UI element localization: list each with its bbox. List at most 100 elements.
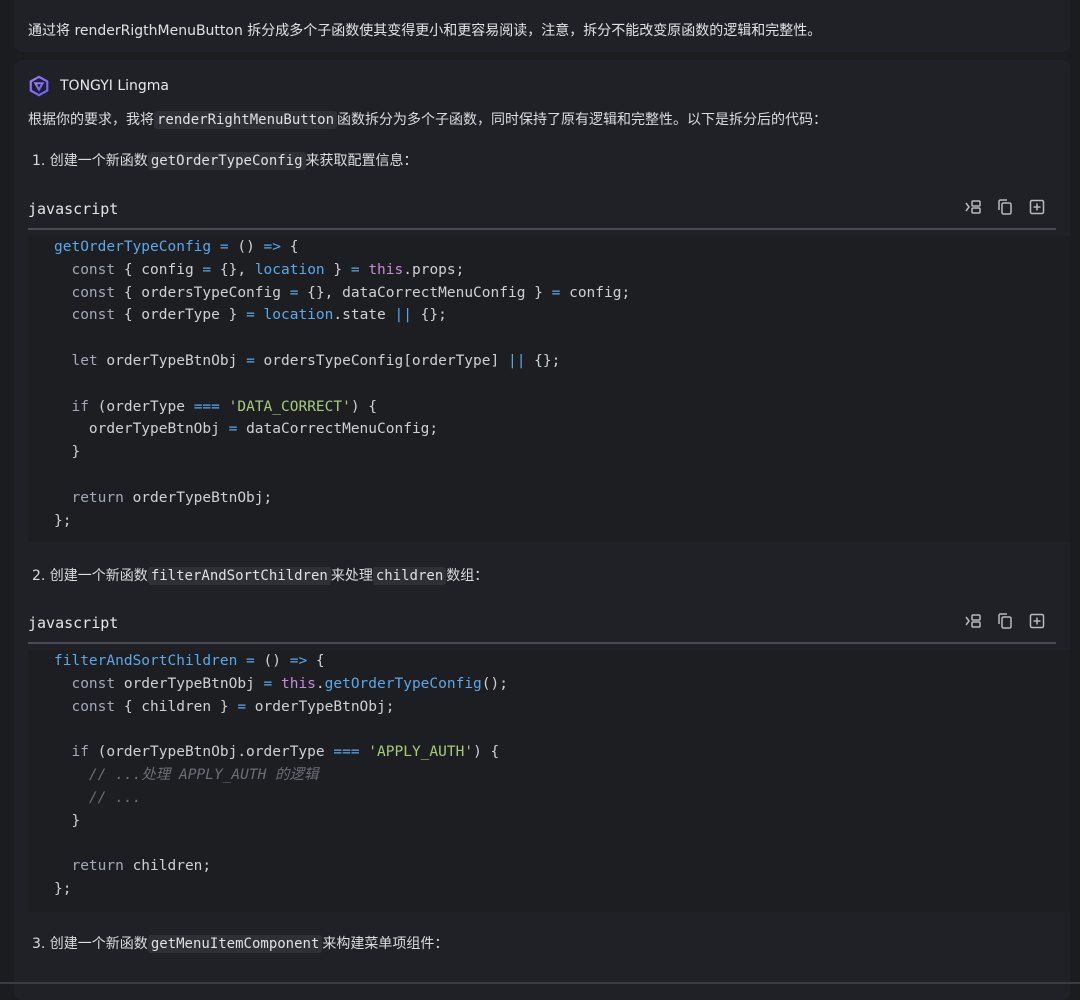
copy-icon [998,613,1012,629]
code-token: const [54,698,116,715]
code-token: const [54,284,116,301]
code-line: const { orderType } = location.state || … [28,304,1070,327]
code-token: .props; [403,261,465,278]
step-text: 2. 创建一个新函数 [32,568,148,584]
step-3: 3. 创建一个新函数 getMenuItemComponent 来构建菜单项组件： [32,932,448,956]
code-token: this [368,261,404,278]
code-line: return children; [28,855,1070,878]
code-line: filterAndSortChildren = () => { [28,650,1070,673]
new-file-button[interactable] [1028,612,1046,630]
code-line: if (orderType === 'DATA_CORRECT') { [28,396,1070,419]
code-token: { orderType } [115,307,247,324]
intro-text-before: 根据你的要求，我将 [28,112,154,128]
user-message-text: 通过将 renderRigthMenuButton 拆分成多个子函数使其变得更小… [28,23,822,39]
code-token: if [54,398,89,415]
code-line: // ...处理 APPLY_AUTH 的逻辑 [28,764,1070,787]
bottom-divider [0,982,1080,984]
code-token: .state [333,307,395,324]
code-token: = [202,261,212,278]
code-token: }; [54,512,72,529]
code-line: let orderTypeBtnObj = ordersTypeConfig[o… [28,350,1070,373]
code-token: const [54,307,116,324]
step-text: 1. 创建一个新函数 [32,153,148,169]
assistant-message: TONGYI Lingma 根据你的要求，我将 renderRightMenuBu… [14,60,1070,1000]
code-line: const orderTypeBtnObj = this.getOrderTyp… [28,673,1070,696]
code-token: this [280,675,316,692]
code-line: const { children } = orderTypeBtnObj; [28,696,1070,719]
code-block[interactable]: getOrderTypeConfig = () => { const { con… [28,236,1070,542]
code-token: // ... [54,789,142,806]
code-token: orderTypeBtnObj [97,352,247,369]
code-block[interactable]: filterAndSortChildren = () => { const or… [28,650,1070,912]
code-token: = [246,307,255,324]
code-token: (); [481,675,508,692]
insert-code-button[interactable] [964,198,982,216]
step-text: 数组： [446,568,489,584]
assistant-intro: 根据你的要求，我将 renderRightMenuButton 函数拆分为多个子函数… [28,108,827,132]
code-token: orderTypeBtnObj [115,675,264,692]
code-line: getOrderTypeConfig = () => { [28,236,1070,259]
code-token: === [193,398,220,415]
code-token: 'APPLY_AUTH' [368,744,474,761]
code-token: { children } [115,698,238,715]
code-block-header: javascript [28,192,1056,230]
user-message: 通过将 renderRigthMenuButton 拆分成多个子函数使其变得更小… [14,0,1070,52]
code-token: ordersTypeConfig[orderType] [254,352,508,369]
code-token: const [54,261,116,278]
code-token: getOrderTypeConfig [54,239,212,255]
code-token: const [54,675,116,692]
code-token: orderTypeBtnObj [54,421,229,438]
code-line: return orderTypeBtnObj; [28,487,1070,510]
step-1: 1. 创建一个新函数 getOrderTypeConfig 来获取配置信息： [32,149,418,173]
code-line: if (orderTypeBtnObj.orderType === 'APPLY… [28,741,1070,764]
new-file-button[interactable] [1028,198,1046,216]
copy-code-button[interactable] [996,612,1014,630]
code-line: // ... [28,787,1070,810]
copy-code-button[interactable] [996,198,1014,216]
code-token: = [350,261,360,278]
code-token: getOrderTypeConfig [324,675,482,692]
code-token: { ordersTypeConfig [115,284,290,301]
code-line: }; [28,878,1070,901]
code-block-header: javascript [28,606,1056,644]
code-token: . [315,675,325,692]
code-line: }; [28,510,1070,533]
code-token: location [254,261,325,278]
more-options-icon[interactable]: ··· [991,0,1010,8]
step-text: 来获取配置信息： [305,153,418,169]
code-line: orderTypeBtnObj = dataCorrectMenuConfig; [28,418,1070,441]
inline-code: getOrderTypeConfig [147,152,306,170]
code-token: = [263,675,273,692]
code-token: { config [115,261,203,278]
code-language: javascript [28,614,119,632]
code-token: { [307,653,325,669]
new-file-icon [1029,199,1045,215]
code-token: ) { [473,744,500,761]
code-line: const { config = {}, location } = this.p… [28,259,1070,282]
step-text: 来处理 [330,568,373,584]
code-token: orderTypeBtnObj; [246,698,395,715]
code-token: ) { [350,398,378,415]
code-token: location [263,307,334,324]
code-token: {}; [411,307,447,324]
code-token: 'DATA_CORRECT' [228,398,351,415]
code-token: return [54,858,124,875]
code-token: = [237,698,247,715]
insert-code-button[interactable] [964,612,982,630]
inline-code: getMenuItemComponent [147,935,323,953]
code-token: => [263,239,282,255]
inline-code: filterAndSortChildren [147,567,331,585]
step-2: 2. 创建一个新函数 filterAndSortChildren 来处理 childr… [32,564,488,588]
code-line: } [28,441,1070,464]
inline-code: children [372,567,447,585]
step-text: 来构建菜单项组件： [322,936,449,952]
